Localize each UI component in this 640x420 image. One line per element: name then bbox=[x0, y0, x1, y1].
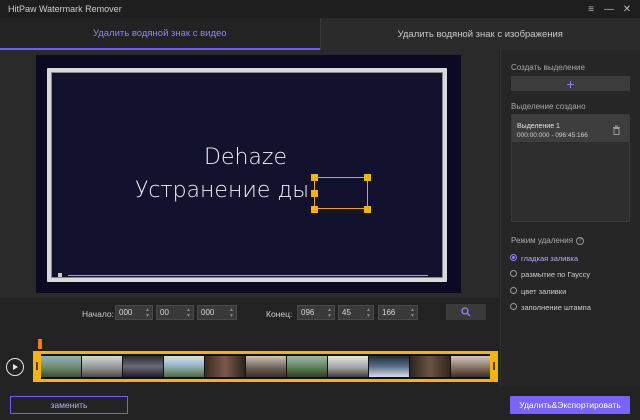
video-title-text: Dehaze bbox=[204, 145, 287, 170]
inner-progress-line bbox=[68, 275, 428, 276]
thumbnail-frame bbox=[205, 356, 245, 377]
removal-mode-label: Режим удаления? bbox=[511, 236, 585, 245]
thumbnail-frame bbox=[328, 356, 368, 377]
mode-tabs: Удалить водяной знак с видео Удалить вод… bbox=[0, 18, 640, 50]
start-ms-input[interactable]: 000 ▲ ▼ bbox=[197, 305, 237, 320]
timeline-end-handle[interactable] bbox=[490, 351, 498, 382]
search-icon bbox=[461, 307, 471, 317]
create-selection-label: Создать выделение bbox=[511, 63, 585, 72]
mode-label-color-fill[interactable]: цвет заливки bbox=[521, 287, 566, 296]
created-selections-label: Выделение создано bbox=[511, 102, 586, 111]
timeline-start-handle[interactable] bbox=[33, 351, 41, 382]
selection-handle-top-right[interactable] bbox=[364, 174, 371, 181]
thumbnail-frame bbox=[451, 356, 491, 377]
zoom-search-button[interactable] bbox=[446, 304, 486, 320]
play-icon bbox=[13, 364, 18, 370]
mode-radio-gaussian-blur[interactable] bbox=[510, 270, 517, 277]
selection-handle-top-left[interactable] bbox=[311, 174, 318, 181]
thumbnail-frame bbox=[246, 356, 286, 377]
thumbnail-frame bbox=[369, 356, 409, 377]
mode-radio-stamp-fill[interactable] bbox=[510, 303, 517, 310]
mode-radio-smooth-fill[interactable] bbox=[510, 254, 517, 261]
video-subtitle-text: Устранение ды bbox=[135, 178, 310, 203]
mode-label-stamp-fill[interactable]: заполнение штампа bbox=[521, 303, 591, 312]
replace-button[interactable]: заменить bbox=[10, 396, 128, 414]
thumbnail-frame bbox=[41, 356, 81, 377]
spinner-icon: ▲ ▼ bbox=[145, 307, 150, 319]
tab-video[interactable]: Удалить водяной знак с видео bbox=[0, 18, 320, 50]
thumbnail-frame bbox=[82, 356, 122, 377]
selection-handle-bottom-right[interactable] bbox=[364, 206, 371, 213]
close-icon[interactable]: ✕ bbox=[618, 0, 636, 18]
add-selection-button[interactable]: + bbox=[511, 76, 630, 91]
help-icon[interactable]: ? bbox=[576, 236, 585, 245]
tab-image[interactable]: Удалить водяной знак с изображения bbox=[320, 18, 640, 50]
plus-icon: + bbox=[566, 75, 575, 92]
watermark-selection-box[interactable] bbox=[314, 177, 368, 209]
thumbnail-frame bbox=[123, 356, 163, 377]
end-ms-input[interactable]: 166 ▲ ▼ bbox=[378, 305, 418, 320]
playhead-marker[interactable] bbox=[38, 339, 42, 349]
app-title: HitPaw Watermark Remover bbox=[8, 4, 122, 14]
timeline-thumbnail-strip[interactable] bbox=[33, 351, 498, 382]
mode-label-gaussian-blur[interactable]: размытие по Гауссу bbox=[521, 270, 590, 279]
remove-export-button[interactable]: Удалить&Экспортировать bbox=[510, 396, 630, 414]
app-window: HitPaw Watermark Remover ≡ — ✕ Удалить в… bbox=[0, 0, 640, 420]
video-inner-controlbar bbox=[54, 272, 440, 278]
trash-icon[interactable] bbox=[612, 125, 621, 135]
thumbnail-frame bbox=[287, 356, 327, 377]
selection-item-time: 000:00:000 - 096:45:166 bbox=[517, 132, 588, 139]
time-range-row bbox=[0, 298, 499, 326]
spinner-icon: ▲ ▼ bbox=[327, 307, 332, 319]
spinner-icon: ▲ ▼ bbox=[229, 307, 234, 319]
spinner-icon: ▲ ▼ bbox=[410, 307, 415, 319]
video-screen-content bbox=[47, 68, 447, 282]
end-label: Конец: bbox=[266, 309, 293, 319]
selection-handle-middle-left[interactable] bbox=[311, 190, 318, 197]
window-controls: ≡ — ✕ bbox=[582, 0, 636, 18]
spinner-icon: ▲ ▼ bbox=[366, 307, 371, 319]
title-bar: HitPaw Watermark Remover ≡ — ✕ bbox=[0, 0, 640, 18]
spinner-icon: ▲ ▼ bbox=[186, 307, 191, 319]
end-minutes-input[interactable]: 45 ▲ ▼ bbox=[338, 305, 374, 320]
selection-handle-bottom-left[interactable] bbox=[311, 206, 318, 213]
mode-label-smooth-fill[interactable]: гладкая заливка bbox=[521, 254, 578, 263]
inner-play-icon bbox=[58, 273, 62, 277]
thumbnail-frame bbox=[410, 356, 450, 377]
mode-radio-color-fill[interactable] bbox=[510, 287, 517, 294]
start-hours-input[interactable]: 000 ▲ ▼ bbox=[115, 305, 153, 320]
thumbnail-frame bbox=[164, 356, 204, 377]
end-hours-input[interactable]: 096 ▲ ▼ bbox=[297, 305, 335, 320]
start-label: Начало: bbox=[82, 309, 114, 319]
minimize-icon[interactable]: — bbox=[600, 0, 618, 18]
menu-icon[interactable]: ≡ bbox=[582, 0, 600, 18]
start-minutes-input[interactable]: 00 ▲ ▼ bbox=[156, 305, 194, 320]
play-button[interactable] bbox=[6, 358, 24, 376]
thumbnail-frames bbox=[41, 356, 492, 377]
selection-item-name: Выделение 1 bbox=[517, 123, 560, 130]
